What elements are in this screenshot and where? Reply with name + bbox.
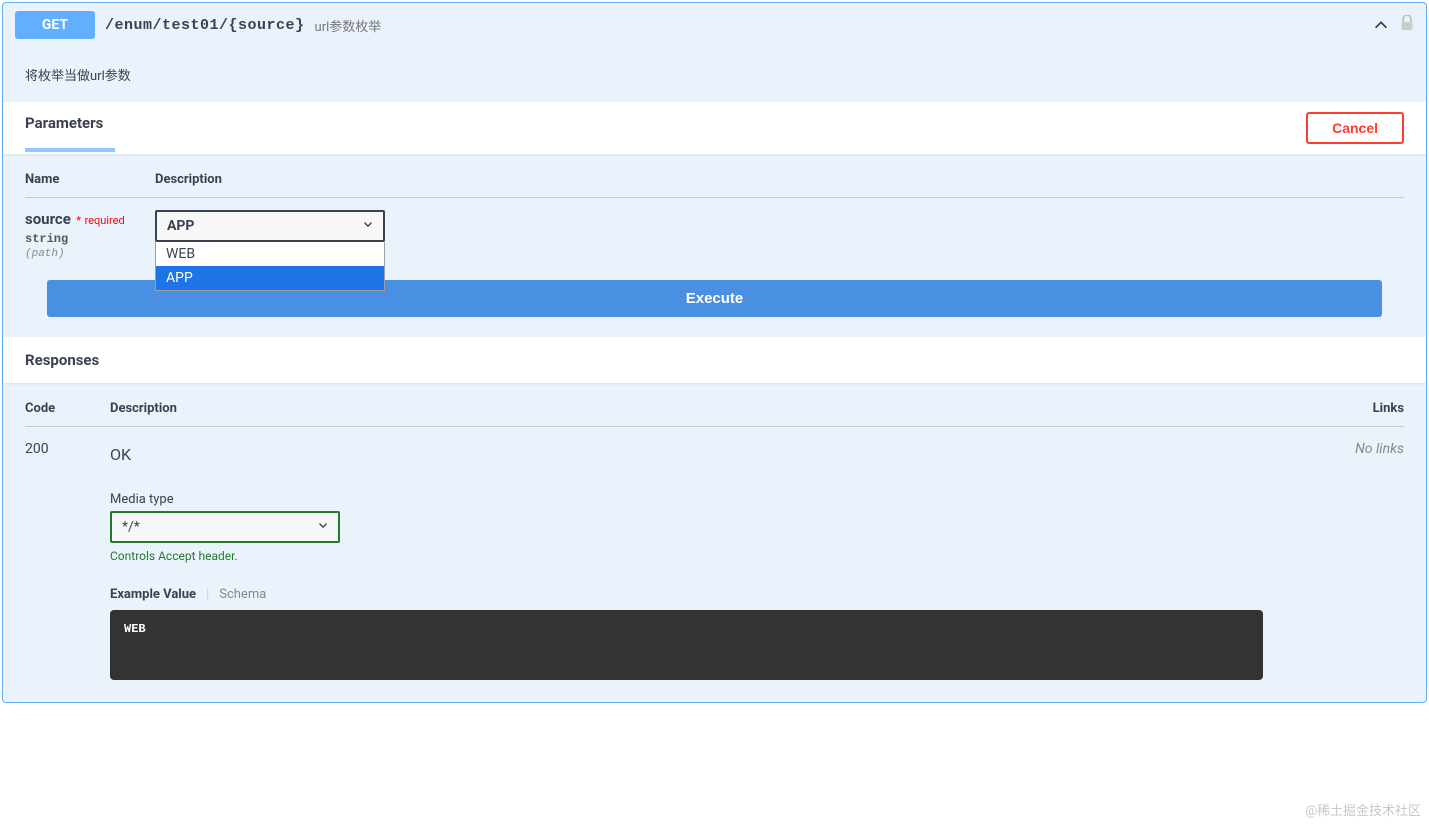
required-text: required [85,214,125,227]
parameter-row: source * required string (path) APP WEB … [25,198,1404,260]
media-type-select-wrap: */* [110,511,340,543]
source-option-app[interactable]: APP [156,266,384,290]
col-resp-description-header: Description [110,401,1324,416]
responses-title: Responses [25,351,99,369]
source-select[interactable]: APP [155,210,385,242]
response-links: No links [1324,441,1404,680]
parameter-name-cell: source * required string (path) [25,210,155,260]
response-tabs: Example Value | Schema [110,587,1324,602]
parameter-type: string [25,232,155,246]
operation-header[interactable]: GET /enum/test01/{source} url参数枚举 [3,3,1426,47]
lock-icon[interactable] [1400,15,1414,35]
responses-table-head: Code Description Links [25,401,1404,427]
operation-description: 将枚举当做url参数 [3,47,1426,102]
media-type-select[interactable]: */* [110,511,340,543]
response-description-cell: OK Media type */* Controls Accept header… [110,441,1324,680]
endpoint-path: /enum/test01/{source} [105,17,305,34]
media-type-label: Media type [110,492,1324,507]
accept-header-note: Controls Accept header. [110,549,1324,563]
responses-table: Code Description Links 200 OK Media type… [3,383,1426,702]
required-star: * [76,214,81,227]
responses-section-header: Responses [3,337,1426,383]
example-value-box: WEB [110,610,1263,680]
parameters-title: Parameters [25,114,103,142]
parameter-control-cell: APP WEB APP [155,210,1404,260]
source-select-wrap: APP WEB APP [155,210,385,242]
col-code-header: Code [25,401,110,416]
parameter-in: (path) [25,248,155,260]
watermark: @稀土掘金技术社区 [1305,800,1421,819]
tab-separator: | [206,587,209,602]
parameter-name: source [25,210,71,228]
header-right [1372,15,1414,35]
response-row: 200 OK Media type */* Controls Accept he… [25,427,1404,680]
col-name-header: Name [25,172,155,187]
response-message: OK [110,445,1324,464]
tab-example-value[interactable]: Example Value [110,587,196,602]
operation-block: GET /enum/test01/{source} url参数枚举 将枚举当做u… [2,2,1427,703]
http-method-badge: GET [15,11,95,39]
cancel-button[interactable]: Cancel [1306,112,1404,144]
col-links-header: Links [1324,401,1404,416]
source-dropdown-list: WEB APP [155,242,385,291]
parameters-table-head: Name Description [25,172,1404,198]
source-option-web[interactable]: WEB [156,242,384,266]
parameters-section-header: Parameters Cancel [3,102,1426,154]
tab-schema[interactable]: Schema [219,587,266,602]
endpoint-summary: url参数枚举 [315,16,382,35]
parameters-table: Name Description source * required strin… [3,154,1426,337]
chevron-up-icon[interactable] [1372,16,1390,34]
response-code: 200 [25,441,110,680]
col-description-header: Description [155,172,1404,187]
